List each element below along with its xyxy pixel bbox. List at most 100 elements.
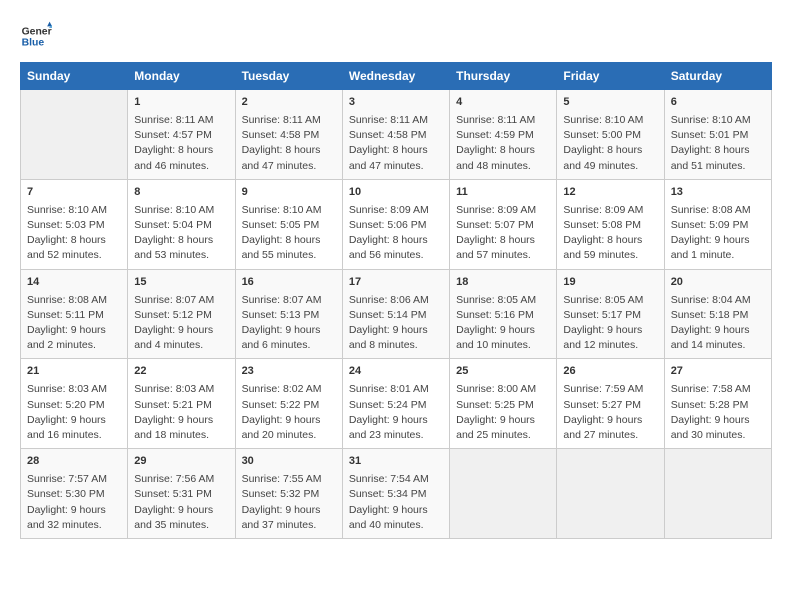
calendar-cell: 15 Sunrise: 8:07 AMSunset: 5:12 PMDayligh… [128,269,235,359]
day-content: Sunrise: 8:02 AMSunset: 5:22 PMDaylight:… [242,382,336,443]
page-header: General Blue [20,20,772,52]
day-number: 18 [456,275,550,291]
day-number: 14 [27,275,121,291]
day-number: 12 [563,185,657,201]
day-content: Sunrise: 8:08 AMSunset: 5:09 PMDaylight:… [671,203,765,264]
header-friday: Friday [557,63,664,90]
day-content: Sunrise: 8:10 AMSunset: 5:05 PMDaylight:… [242,203,336,264]
logo: General Blue [20,20,56,52]
calendar-cell: 19 Sunrise: 8:05 AMSunset: 5:17 PMDayligh… [557,269,664,359]
day-number: 20 [671,275,765,291]
calendar-header-row: SundayMondayTuesdayWednesdayThursdayFrid… [21,63,772,90]
day-number: 31 [349,454,443,470]
day-content: Sunrise: 8:01 AMSunset: 5:24 PMDaylight:… [349,382,443,443]
calendar-cell: 18 Sunrise: 8:05 AMSunset: 5:16 PMDayligh… [450,269,557,359]
day-content: Sunrise: 8:03 AMSunset: 5:21 PMDaylight:… [134,382,228,443]
day-content: Sunrise: 7:59 AMSunset: 5:27 PMDaylight:… [563,382,657,443]
calendar-cell: 13 Sunrise: 8:08 AMSunset: 5:09 PMDayligh… [664,179,771,269]
logo-icon: General Blue [20,20,52,52]
calendar-cell [557,449,664,539]
calendar-cell: 6 Sunrise: 8:10 AMSunset: 5:01 PMDaylight… [664,90,771,180]
calendar-cell: 1Sunrise: 8:11 AMSunset: 4:57 PMDaylight… [128,90,235,180]
calendar-cell: 16 Sunrise: 8:07 AMSunset: 5:13 PMDayligh… [235,269,342,359]
day-content: Sunrise: 8:11 AMSunset: 4:58 PMDaylight:… [349,113,443,174]
day-content: Sunrise: 8:07 AMSunset: 5:13 PMDaylight:… [242,293,336,354]
day-number: 6 [671,95,765,111]
calendar-cell: 5 Sunrise: 8:10 AMSunset: 5:00 PMDaylight… [557,90,664,180]
calendar-cell: 22 Sunrise: 8:03 AMSunset: 5:21 PMDayligh… [128,359,235,449]
calendar-week-2: 7 Sunrise: 8:10 AMSunset: 5:03 PMDaylight… [21,179,772,269]
header-saturday: Saturday [664,63,771,90]
day-number: 25 [456,364,550,380]
day-number: 15 [134,275,228,291]
day-number: 23 [242,364,336,380]
day-number: 30 [242,454,336,470]
header-monday: Monday [128,63,235,90]
day-content: Sunrise: 8:07 AMSunset: 5:12 PMDaylight:… [134,293,228,354]
day-content: Sunrise: 8:05 AMSunset: 5:16 PMDaylight:… [456,293,550,354]
day-content: Sunrise: 8:06 AMSunset: 5:14 PMDaylight:… [349,293,443,354]
day-content: Sunrise: 8:11 AMSunset: 4:57 PMDaylight:… [134,113,228,174]
calendar-table: SundayMondayTuesdayWednesdayThursdayFrid… [20,62,772,539]
day-number: 4 [456,95,550,111]
day-content: Sunrise: 8:09 AMSunset: 5:08 PMDaylight:… [563,203,657,264]
day-number: 28 [27,454,121,470]
calendar-cell: 27 Sunrise: 7:58 AMSunset: 5:28 PMDayligh… [664,359,771,449]
calendar-cell: 10Sunrise: 8:09 AMSunset: 5:06 PMDayligh… [342,179,449,269]
calendar-cell: 12 Sunrise: 8:09 AMSunset: 5:08 PMDayligh… [557,179,664,269]
day-content: Sunrise: 7:55 AMSunset: 5:32 PMDaylight:… [242,472,336,533]
header-thursday: Thursday [450,63,557,90]
day-content: Sunrise: 8:09 AMSunset: 5:06 PMDaylight:… [349,203,443,264]
day-content: Sunrise: 7:54 AMSunset: 5:34 PMDaylight:… [349,472,443,533]
day-number: 8 [134,185,228,201]
day-content: Sunrise: 8:09 AMSunset: 5:07 PMDaylight:… [456,203,550,264]
day-number: 29 [134,454,228,470]
day-number: 7 [27,185,121,201]
calendar-cell: 25 Sunrise: 8:00 AMSunset: 5:25 PMDayligh… [450,359,557,449]
calendar-cell: 26Sunrise: 7:59 AMSunset: 5:27 PMDayligh… [557,359,664,449]
calendar-cell: 21Sunrise: 8:03 AMSunset: 5:20 PMDayligh… [21,359,128,449]
day-content: Sunrise: 8:10 AMSunset: 5:00 PMDaylight:… [563,113,657,174]
day-content: Sunrise: 7:57 AMSunset: 5:30 PMDaylight:… [27,472,121,533]
day-number: 17 [349,275,443,291]
day-number: 11 [456,185,550,201]
day-number: 16 [242,275,336,291]
calendar-cell: 9Sunrise: 8:10 AMSunset: 5:05 PMDaylight… [235,179,342,269]
calendar-cell: 11 Sunrise: 8:09 AMSunset: 5:07 PMDayligh… [450,179,557,269]
day-number: 3 [349,95,443,111]
calendar-week-3: 14Sunrise: 8:08 AMSunset: 5:11 PMDayligh… [21,269,772,359]
calendar-cell: 23 Sunrise: 8:02 AMSunset: 5:22 PMDayligh… [235,359,342,449]
day-content: Sunrise: 8:10 AMSunset: 5:01 PMDaylight:… [671,113,765,174]
day-number: 13 [671,185,765,201]
day-number: 27 [671,364,765,380]
calendar-cell: 30 Sunrise: 7:55 AMSunset: 5:32 PMDayligh… [235,449,342,539]
day-content: Sunrise: 8:04 AMSunset: 5:18 PMDaylight:… [671,293,765,354]
header-sunday: Sunday [21,63,128,90]
day-number: 2 [242,95,336,111]
calendar-cell: 3 Sunrise: 8:11 AMSunset: 4:58 PMDaylight… [342,90,449,180]
calendar-cell: 14Sunrise: 8:08 AMSunset: 5:11 PMDayligh… [21,269,128,359]
calendar-cell [450,449,557,539]
day-content: Sunrise: 7:58 AMSunset: 5:28 PMDaylight:… [671,382,765,443]
calendar-cell: 2 Sunrise: 8:11 AMSunset: 4:58 PMDaylight… [235,90,342,180]
svg-text:Blue: Blue [22,38,45,49]
day-content: Sunrise: 8:10 AMSunset: 5:04 PMDaylight:… [134,203,228,264]
calendar-cell: 28 Sunrise: 7:57 AMSunset: 5:30 PMDayligh… [21,449,128,539]
day-content: Sunrise: 8:10 AMSunset: 5:03 PMDaylight:… [27,203,121,264]
day-content: Sunrise: 8:05 AMSunset: 5:17 PMDaylight:… [563,293,657,354]
day-number: 5 [563,95,657,111]
day-number: 19 [563,275,657,291]
calendar-cell: 24 Sunrise: 8:01 AMSunset: 5:24 PMDayligh… [342,359,449,449]
day-content: Sunrise: 8:11 AMSunset: 4:59 PMDaylight:… [456,113,550,174]
calendar-week-5: 28 Sunrise: 7:57 AMSunset: 5:30 PMDayligh… [21,449,772,539]
calendar-cell: 4 Sunrise: 8:11 AMSunset: 4:59 PMDaylight… [450,90,557,180]
day-number: 24 [349,364,443,380]
day-number: 22 [134,364,228,380]
day-content: Sunrise: 8:11 AMSunset: 4:58 PMDaylight:… [242,113,336,174]
calendar-cell: 17 Sunrise: 8:06 AMSunset: 5:14 PMDayligh… [342,269,449,359]
day-content: Sunrise: 8:00 AMSunset: 5:25 PMDaylight:… [456,382,550,443]
calendar-week-4: 21Sunrise: 8:03 AMSunset: 5:20 PMDayligh… [21,359,772,449]
day-content: Sunrise: 8:03 AMSunset: 5:20 PMDaylight:… [27,382,121,443]
calendar-cell: 7 Sunrise: 8:10 AMSunset: 5:03 PMDaylight… [21,179,128,269]
calendar-week-1: 1Sunrise: 8:11 AMSunset: 4:57 PMDaylight… [21,90,772,180]
